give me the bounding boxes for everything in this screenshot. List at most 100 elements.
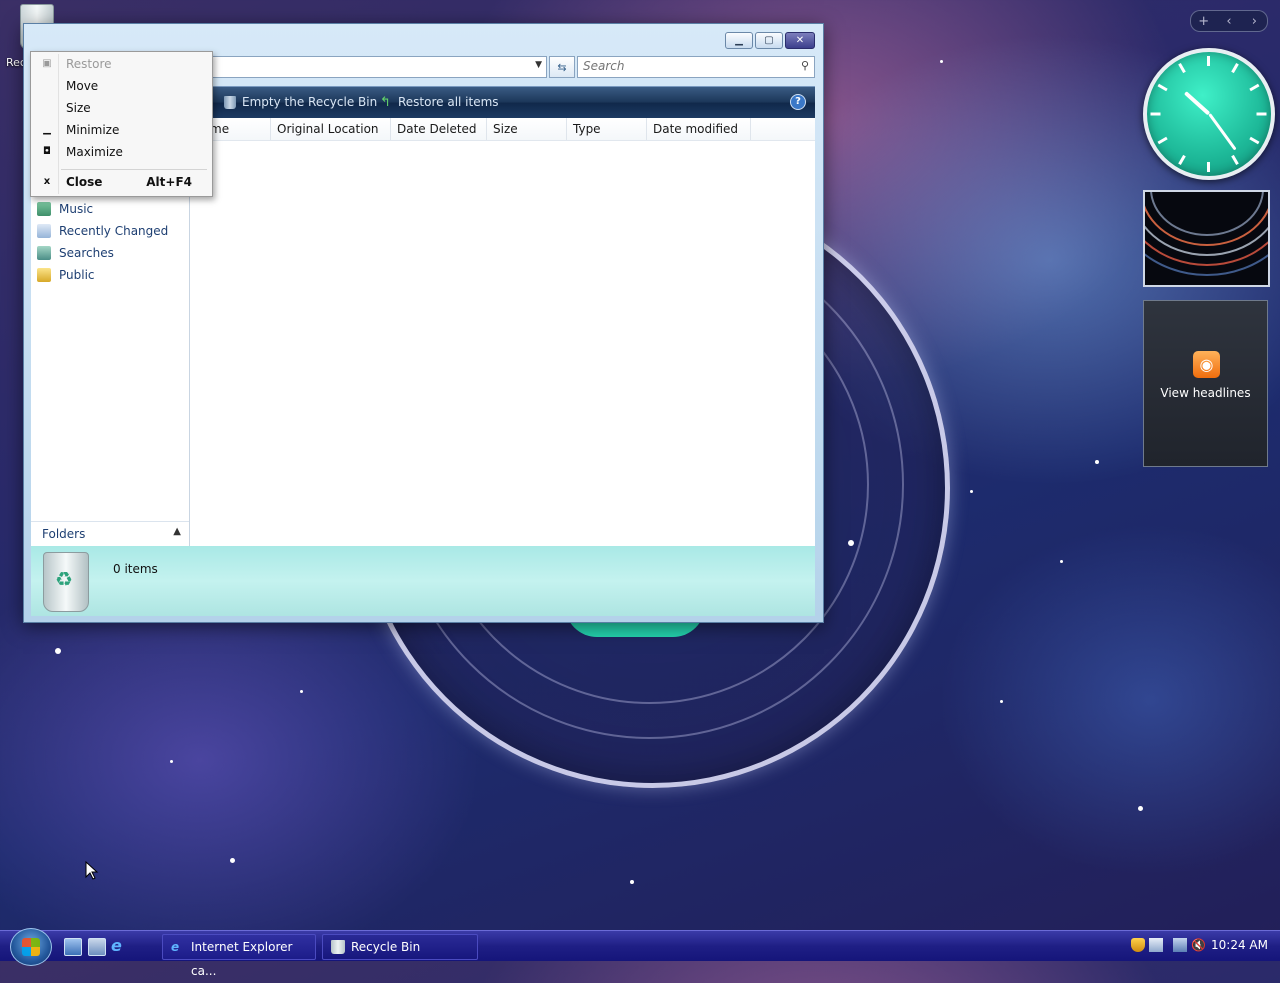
star [1000, 700, 1003, 703]
clock-tick [1178, 63, 1186, 74]
view-headlines-link[interactable]: View headlines [1144, 386, 1267, 400]
show-desktop-icon[interactable] [64, 938, 82, 956]
column-name[interactable]: me [204, 118, 271, 140]
search-icon[interactable]: ⚲ [801, 59, 809, 72]
menu-item-label: Move [66, 79, 99, 93]
network-icon[interactable] [1173, 938, 1187, 952]
column-size[interactable]: Size [487, 118, 567, 140]
address-bar[interactable]: ▼ [212, 56, 547, 78]
search-box: ⚲ [577, 56, 815, 78]
column-original-location[interactable]: Original Location [271, 118, 391, 140]
nav-item-recently-changed[interactable]: Recently Changed [37, 224, 168, 238]
internet-explorer-icon[interactable]: e [111, 938, 127, 954]
minimize-icon: ▁ [43, 124, 51, 135]
nav-item-searches[interactable]: Searches [37, 246, 114, 260]
taskbar-item-label: Internet Explorer ca... [191, 940, 293, 978]
gadget-controls: + ‹ › [1190, 10, 1268, 32]
nav-item-music[interactable]: Music [37, 202, 93, 216]
feed-headlines-gadget[interactable]: ◉ View headlines [1143, 300, 1268, 467]
menu-item-minimize[interactable]: ▁ Minimize [31, 120, 212, 140]
prev-page-icon[interactable]: ‹ [1216, 14, 1241, 29]
star [630, 880, 634, 884]
star [230, 858, 235, 863]
file-list[interactable]: me Original Location Date Deleted Size T… [190, 118, 815, 546]
menu-separator [61, 169, 207, 170]
caption-buttons: ▁ ▢ ✕ [725, 32, 815, 49]
window-system-menu: ▣ Restore Move Size ▁ Minimize ◘ Maximiz… [30, 51, 213, 197]
clock-tick [1157, 136, 1168, 145]
recycle-bin-icon [331, 940, 345, 954]
clock-tick [1256, 112, 1267, 116]
column-type[interactable]: Type [567, 118, 647, 140]
add-gadget-button[interactable]: + [1191, 14, 1216, 29]
menu-item-label: Maximize [66, 145, 123, 159]
column-header-row: me Original Location Date Deleted Size T… [190, 118, 815, 141]
menu-item-label: Size [66, 101, 91, 115]
column-date-modified[interactable]: Date modified [647, 118, 751, 140]
window-switch-tray-icon[interactable] [1149, 938, 1163, 952]
clock-minute-hand [1208, 113, 1237, 151]
maximize-button[interactable]: ▢ [755, 32, 783, 49]
star [1060, 560, 1063, 563]
help-button[interactable]: ? [790, 94, 806, 110]
taskbar-item-label: Recycle Bin [351, 940, 421, 954]
folders-label: Folders [42, 527, 86, 541]
details-pane: 0 items [31, 546, 815, 616]
nav-item-label: Public [59, 268, 95, 282]
menu-item-close[interactable]: x Close Alt+F4 [31, 172, 212, 192]
taskbar: e e Internet Explorer ca... Recycle Bin … [0, 928, 1280, 978]
refresh-button[interactable]: ⇆ [549, 56, 575, 78]
search-input[interactable] [578, 57, 788, 75]
mouse-cursor-icon [85, 861, 99, 880]
restore-arrow-icon: ↰ [380, 94, 391, 110]
star [1095, 460, 1099, 464]
clock-tick [1231, 154, 1239, 165]
menu-item-label: Minimize [66, 123, 120, 137]
slideshow-gadget[interactable] [1143, 190, 1270, 287]
star [170, 760, 173, 763]
menu-item-move[interactable]: Move [31, 76, 212, 96]
nav-item-label: Music [59, 202, 94, 216]
clock-tick [1231, 63, 1239, 74]
minimize-button[interactable]: ▁ [725, 32, 753, 49]
empty-recycle-bin-button[interactable]: Empty the Recycle Bin [224, 95, 377, 109]
clock-hour-hand [1183, 91, 1211, 116]
switch-windows-icon[interactable] [88, 938, 106, 956]
column-date-deleted[interactable]: Date Deleted [391, 118, 487, 140]
searches-icon [37, 246, 51, 260]
maximize-icon: ▢ [764, 35, 774, 46]
public-folder-icon [37, 268, 51, 282]
start-button[interactable] [10, 928, 52, 966]
clock-tick [1249, 136, 1260, 145]
clock-tick [1150, 112, 1161, 116]
clock-tick [1207, 162, 1210, 172]
restore-all-button[interactable]: ↰ Restore all items [380, 95, 499, 109]
maximize-icon: ◘ [43, 146, 51, 157]
taskbar-item-internet-explorer[interactable]: e Internet Explorer ca... [162, 934, 316, 978]
close-button[interactable]: ✕ [785, 32, 815, 49]
clock-tick [1207, 56, 1210, 66]
internet-explorer-icon: e [171, 940, 180, 954]
recycle-bin-icon [224, 95, 236, 109]
nav-item-public[interactable]: Public [37, 268, 95, 282]
menu-item-size[interactable]: Size [31, 98, 212, 118]
recently-changed-icon [37, 224, 51, 238]
chevron-down-icon[interactable]: ▼ [535, 60, 542, 70]
taskbar-item-recycle-bin[interactable]: Recycle Bin [322, 934, 478, 960]
taskbar-clock[interactable]: 10:24 AM [1211, 938, 1268, 952]
rss-feed-icon: ◉ [1193, 351, 1220, 378]
recycle-bin-icon [43, 552, 89, 612]
chevron-up-icon: ▲ [173, 526, 181, 537]
minimize-icon: ▁ [735, 35, 743, 46]
next-page-icon[interactable]: › [1242, 14, 1267, 29]
menu-item-maximize[interactable]: ◘ Maximize [31, 142, 212, 162]
menu-item-restore[interactable]: ▣ Restore [31, 54, 212, 74]
folders-toggle[interactable]: Folders ▲ [31, 521, 189, 546]
security-shield-icon[interactable] [1131, 938, 1145, 952]
clock-tick [1178, 154, 1186, 165]
menu-item-shortcut: Alt+F4 [146, 175, 192, 189]
clock-tick [1249, 83, 1260, 92]
clock-gadget[interactable] [1143, 48, 1275, 180]
volume-muted-icon[interactable]: 🔇 [1191, 938, 1206, 952]
star [300, 690, 303, 693]
